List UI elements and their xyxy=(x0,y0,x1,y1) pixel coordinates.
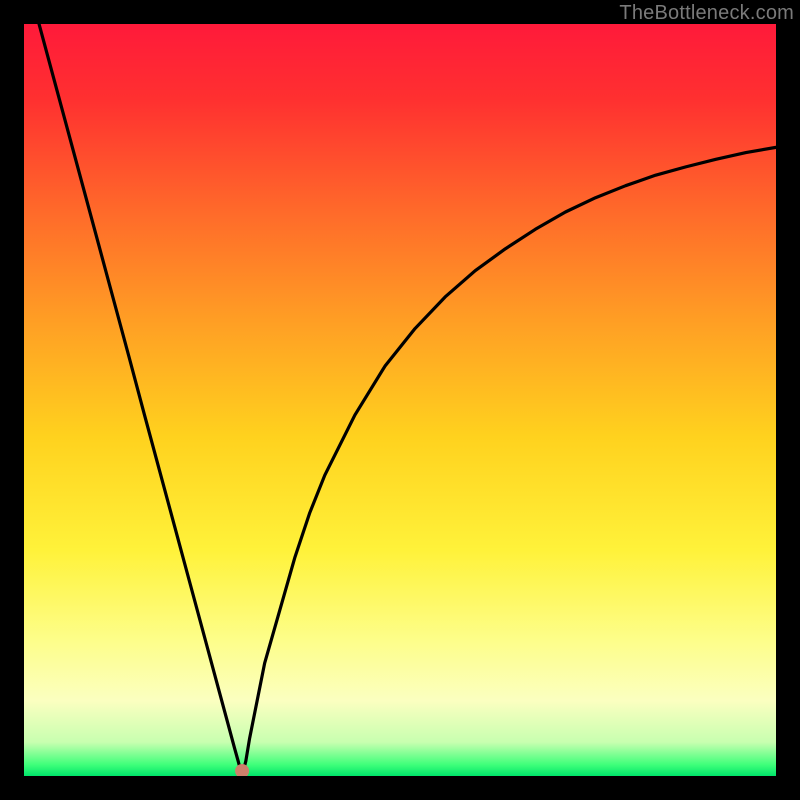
bottleneck-chart xyxy=(24,24,776,776)
chart-frame xyxy=(24,24,776,776)
watermark-text: TheBottleneck.com xyxy=(619,2,794,25)
gradient-background xyxy=(24,24,776,776)
